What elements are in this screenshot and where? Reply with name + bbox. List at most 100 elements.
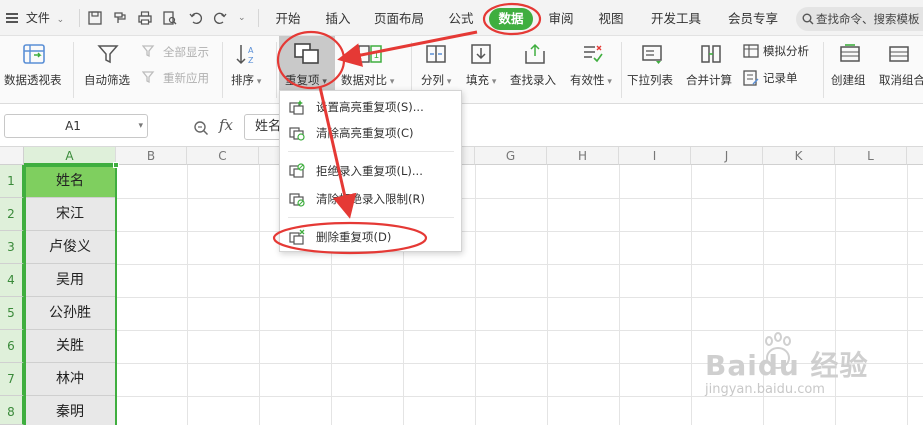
cell-a8[interactable]: 秦明 xyxy=(24,396,116,425)
undo-icon[interactable] xyxy=(189,11,203,25)
print-icon[interactable] xyxy=(138,11,152,25)
filter-clear-icon xyxy=(142,45,155,58)
text-to-columns-label: 分列 ▾ xyxy=(421,73,452,87)
show-all-button[interactable]: 全部显示 xyxy=(142,42,216,62)
tab-member[interactable]: 会员专享 xyxy=(722,0,784,36)
zoom-icon[interactable] xyxy=(193,120,209,136)
column-header[interactable]: C xyxy=(187,147,259,165)
sort-button[interactable]: AZ 排序 ▾ xyxy=(228,36,268,104)
column-header[interactable]: H xyxy=(547,147,619,165)
dropdown-list-button[interactable]: 下拉列表 xyxy=(625,36,679,104)
row-header[interactable]: 1 xyxy=(0,165,24,198)
menu-divider xyxy=(288,217,454,218)
menu-bar: 文件 ⌄ ⌄ 开始 插入 页面布局 公式 数据 审阅 视图 开发工具 会员专享 … xyxy=(0,0,923,36)
divider xyxy=(258,9,259,27)
menu-item-label: 清除高亮重复项(C) xyxy=(316,126,414,140)
validity-button[interactable]: 有效性 ▾ xyxy=(568,36,618,104)
divider xyxy=(276,42,277,98)
gridline xyxy=(24,297,923,298)
menu-item-clear-highlight-duplicates[interactable]: 清除高亮重复项(C) xyxy=(280,121,461,145)
auto-filter-label: 自动筛选 xyxy=(84,73,130,87)
gridline xyxy=(24,330,923,331)
cell-a6[interactable]: 关胜 xyxy=(24,330,116,363)
column-header[interactable]: J xyxy=(691,147,763,165)
hamburger-icon xyxy=(6,13,18,23)
gridline xyxy=(24,396,923,397)
row-header[interactable]: 2 xyxy=(0,198,24,231)
search-input[interactable]: 查找命令、搜索模板 xyxy=(796,7,923,31)
row-header[interactable]: 4 xyxy=(0,264,24,297)
row-header[interactable]: 7 xyxy=(0,363,24,396)
dropdown-list-icon xyxy=(642,45,662,64)
create-group-button[interactable]: 创建组 xyxy=(828,36,872,104)
reject-duplicates-icon xyxy=(289,163,305,178)
highlight-duplicates-icon xyxy=(289,100,304,115)
cell-a3[interactable]: 卢俊义 xyxy=(24,231,116,264)
tab-formulas[interactable]: 公式 xyxy=(441,0,481,36)
duplicates-button[interactable]: 重复项 ▾ xyxy=(279,36,335,90)
what-if-button[interactable]: 模拟分析 xyxy=(743,41,819,63)
name-box[interactable]: A1 ▾ xyxy=(4,114,148,138)
ungroup-button[interactable]: 取消组合 xyxy=(876,36,923,104)
tab-view[interactable]: 视图 xyxy=(591,0,631,36)
cell-a2[interactable]: 宋江 xyxy=(24,198,116,231)
column-header[interactable]: K xyxy=(763,147,835,165)
auto-filter-button[interactable]: 自动筛选 xyxy=(80,36,136,104)
column-header[interactable]: A xyxy=(24,147,116,165)
cell-a7[interactable]: 林冲 xyxy=(24,363,116,396)
record-form-button[interactable]: 记录单 xyxy=(743,68,819,90)
menu-item-remove-duplicates[interactable]: 删除重复项(D) xyxy=(280,225,461,249)
fill-button[interactable]: 填充 ▾ xyxy=(461,36,501,104)
fill-handle[interactable] xyxy=(113,162,119,168)
tab-review[interactable]: 审阅 xyxy=(541,0,581,36)
fx-icon[interactable]: fx xyxy=(219,116,233,134)
tab-developer[interactable]: 开发工具 xyxy=(645,0,707,36)
row-header[interactable]: 6 xyxy=(0,330,24,363)
tab-home[interactable]: 开始 xyxy=(268,0,308,36)
consolidate-button[interactable]: 合并计算 xyxy=(684,36,738,104)
menu-item-label: 设置高亮重复项(S)... xyxy=(316,100,424,114)
cell-a1[interactable]: 姓名 xyxy=(24,165,116,198)
show-all-label: 全部显示 xyxy=(163,45,209,59)
pivot-table-button[interactable]: 数据透视表 xyxy=(2,36,68,104)
redo-icon[interactable] xyxy=(213,11,227,25)
create-group-label: 创建组 xyxy=(831,73,866,87)
row-header[interactable]: 3 xyxy=(0,231,24,264)
select-all-corner[interactable] xyxy=(0,147,24,165)
lookup-entry-button[interactable]: 查找录入 xyxy=(507,36,563,104)
format-painter-icon[interactable] xyxy=(113,11,127,25)
gridline xyxy=(547,165,548,425)
column-header[interactable]: G xyxy=(475,147,547,165)
duplicates-label: 重复项 ▾ xyxy=(285,73,327,87)
row-header[interactable]: 5 xyxy=(0,297,24,330)
column-header[interactable] xyxy=(907,147,923,165)
data-compare-label: 数据对比 ▾ xyxy=(341,73,395,87)
menu-item-label: 删除重复项(D) xyxy=(316,230,392,244)
cell-a4[interactable]: 吴用 xyxy=(24,264,116,297)
column-header[interactable]: I xyxy=(619,147,691,165)
print-preview-icon[interactable] xyxy=(163,11,177,25)
cell-a5[interactable]: 公孙胜 xyxy=(24,297,116,330)
menu-item-set-highlight-duplicates[interactable]: 设置高亮重复项(S)... xyxy=(280,95,461,119)
chevron-down-icon: ▾ xyxy=(138,121,143,131)
what-if-icon xyxy=(743,44,759,58)
tab-page-layout[interactable]: 页面布局 xyxy=(370,0,428,36)
tab-data[interactable]: 数据 xyxy=(489,8,533,30)
column-header[interactable]: L xyxy=(835,147,907,165)
chevron-down-icon[interactable]: ⌄ xyxy=(238,0,246,36)
sort-label: 排序 ▾ xyxy=(231,73,262,87)
validity-icon xyxy=(584,45,603,63)
menu-item-clear-reject-limit[interactable]: 清除拒绝录入限制(R) xyxy=(280,187,461,211)
consolidate-icon xyxy=(701,45,721,63)
menu-item-reject-duplicate-entry[interactable]: 拒绝录入重复项(L)... xyxy=(280,159,461,183)
column-header[interactable]: B xyxy=(116,147,187,165)
row-header[interactable]: 8 xyxy=(0,396,24,425)
reapply-button[interactable]: 重新应用 xyxy=(142,68,216,88)
menu-item-label: 清除拒绝录入限制(R) xyxy=(316,192,425,206)
tab-insert[interactable]: 插入 xyxy=(318,0,358,36)
filter-refresh-icon xyxy=(142,71,155,84)
file-menu[interactable]: 文件 ⌄ xyxy=(6,0,64,36)
save-icon[interactable] xyxy=(88,11,102,25)
divider xyxy=(621,42,622,98)
gridline xyxy=(835,165,836,425)
